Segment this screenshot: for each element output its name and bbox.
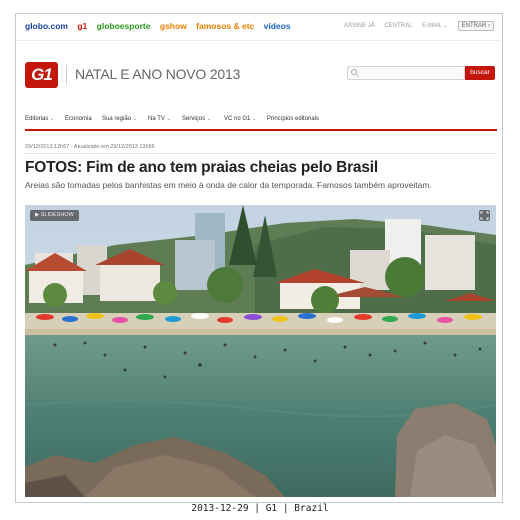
nav-link-videos[interactable]: vídeos: [264, 21, 291, 31]
nav-link-globo[interactable]: globo.com: [25, 21, 68, 31]
nav-link-g1[interactable]: g1: [77, 21, 87, 31]
divider: [25, 153, 497, 154]
menu-item-label: Na TV: [148, 116, 165, 122]
global-nav-links: globo.com g1 globoesporte gshow famosos …: [25, 21, 298, 31]
nav-link-gshow[interactable]: gshow: [160, 21, 187, 31]
chevron-down-icon: ⌄: [252, 116, 257, 122]
search-button[interactable]: buscar: [465, 66, 495, 80]
play-icon: ▶: [35, 212, 40, 218]
browser-page: globo.com g1 globoesporte gshow famosos …: [15, 13, 503, 503]
slideshow-label: SLIDESHOW: [40, 212, 74, 218]
assine-link[interactable]: ASSINE JÁ: [344, 23, 375, 29]
search-icon: [351, 69, 357, 75]
chevron-right-icon: ›: [488, 23, 490, 29]
nav-link-famosos[interactable]: famosos & etc: [196, 21, 254, 31]
fullscreen-button[interactable]: [479, 210, 490, 221]
image-caption: 2013-12-29 | G1 | Brazil: [191, 503, 329, 514]
menu-item-label: VC no G1: [224, 116, 251, 122]
menu-item-servicos[interactable]: Serviços ⌄: [182, 116, 211, 122]
header-divider: [66, 65, 67, 85]
menu-item-label: Princípios editoriais: [267, 116, 320, 122]
menu-item-sua-regiao[interactable]: Sua região ⌄: [102, 116, 137, 122]
menu-item-label: Sua região: [102, 116, 132, 122]
menu-item-editorias[interactable]: Editorias ⌄: [25, 116, 54, 122]
article-dateline: 29/12/2013 12h57 - Atualizado em 29/12/2…: [25, 144, 155, 150]
chevron-down-icon: ⌄: [442, 23, 448, 29]
article-headline: FOTOS: Fim de ano tem praias cheias pelo…: [25, 159, 378, 176]
expand-icon: [480, 211, 489, 220]
section-title: NATAL E ANO NOVO 2013: [75, 66, 241, 82]
chevron-down-icon: ⌄: [206, 116, 211, 122]
site-header: G1 NATAL E ANO NOVO 2013 buscar: [16, 41, 502, 101]
email-label: E-MAIL: [421, 23, 442, 29]
section-menu: Editorias ⌄ Economia Sua região ⌄ Na TV …: [16, 113, 502, 129]
nav-link-globoesporte[interactable]: globoesporte: [97, 21, 151, 31]
menu-item-na-tv[interactable]: Na TV ⌄: [148, 116, 171, 122]
article-subtitle: Areias são tomadas pelos banhistas em me…: [25, 180, 432, 190]
chevron-down-icon: ⌄: [166, 116, 171, 122]
email-link[interactable]: E-MAIL⌄: [422, 23, 448, 29]
utility-links: ASSINE JÁ CENTRAL E-MAIL⌄ ENTRAR ›: [336, 21, 494, 31]
menu-item-label: Serviços: [182, 116, 206, 122]
beach-photo[interactable]: ▶ SLIDESHOW: [25, 205, 496, 497]
beach-photo-illustration: [25, 205, 496, 497]
entrar-label: ENTRAR: [461, 23, 487, 29]
menu-item-label: Economia: [65, 116, 92, 122]
entrar-button[interactable]: ENTRAR ›: [457, 21, 494, 31]
chevron-down-icon: ⌄: [132, 116, 137, 122]
chevron-down-icon: ⌄: [50, 116, 55, 122]
menu-underline: [25, 129, 497, 131]
global-nav-bar: globo.com g1 globoesporte gshow famosos …: [16, 14, 502, 41]
g1-logo[interactable]: G1: [25, 62, 58, 88]
menu-item-vc-no-g1[interactable]: VC no G1 ⌄: [224, 116, 256, 122]
menu-item-label: Editorias: [25, 116, 49, 122]
menu-item-principios[interactable]: Princípios editoriais: [267, 116, 319, 122]
search-box[interactable]: [347, 66, 465, 80]
menu-item-economia[interactable]: Economia: [65, 116, 92, 122]
search-input[interactable]: [359, 68, 459, 78]
slideshow-button[interactable]: ▶ SLIDESHOW: [30, 210, 79, 221]
central-link[interactable]: CENTRAL: [384, 23, 412, 29]
